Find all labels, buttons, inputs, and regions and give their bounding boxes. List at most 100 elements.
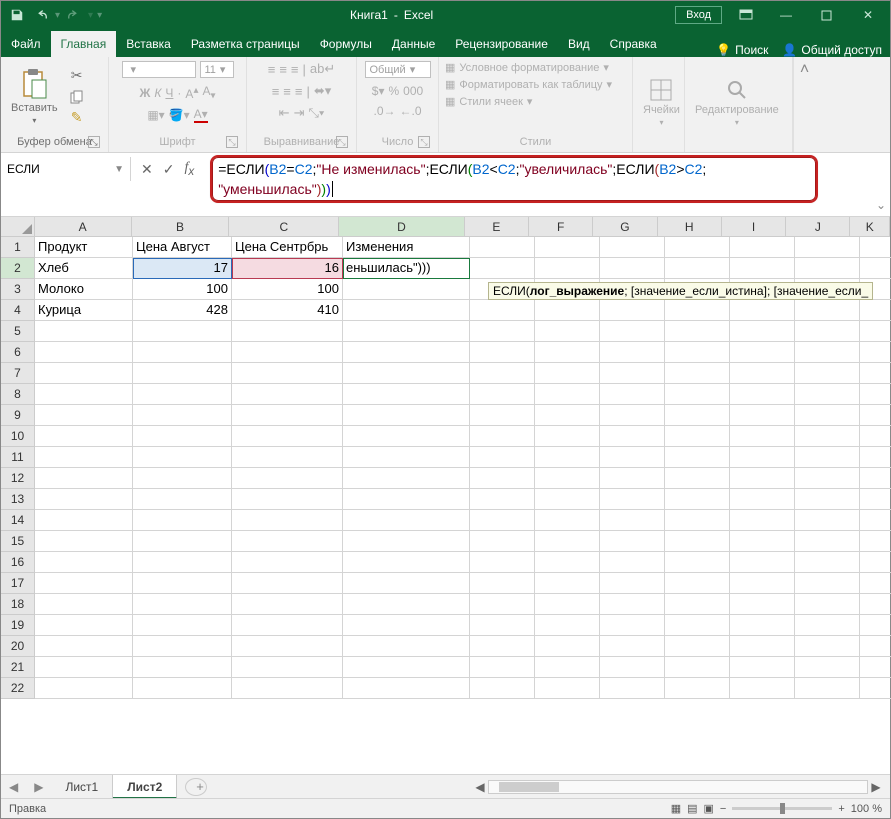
cell[interactable]	[665, 405, 730, 426]
cell[interactable]	[860, 657, 891, 678]
cell[interactable]	[730, 342, 795, 363]
font-name-dropdown[interactable]: ▾	[122, 61, 196, 78]
cell[interactable]	[343, 678, 470, 699]
cell[interactable]	[470, 594, 535, 615]
cell[interactable]	[730, 426, 795, 447]
borders-icon[interactable]: ▦▾	[147, 108, 164, 122]
cell[interactable]	[470, 258, 535, 279]
format-table-button[interactable]: ▦Форматировать как таблицу▾	[445, 78, 612, 91]
cell[interactable]	[535, 237, 600, 258]
cond-format-button[interactable]: ▦Условное форматирование▾	[445, 61, 609, 74]
cell[interactable]	[535, 531, 600, 552]
cell[interactable]	[133, 552, 232, 573]
cell[interactable]	[343, 636, 470, 657]
sheet-nav-prev-icon[interactable]: ◀	[1, 780, 26, 794]
currency-icon[interactable]: $▾	[372, 84, 385, 98]
sheet-tab-active[interactable]: Лист2	[113, 775, 177, 799]
tab-formulas[interactable]: Формулы	[310, 31, 382, 57]
cell[interactable]	[133, 594, 232, 615]
cell[interactable]	[133, 531, 232, 552]
cell[interactable]	[795, 300, 860, 321]
cell[interactable]	[600, 573, 665, 594]
row-header[interactable]: 21	[1, 657, 35, 678]
row-header[interactable]: 12	[1, 468, 35, 489]
cell-ref-b2[interactable]: 17	[133, 258, 232, 279]
cell[interactable]: Курица	[35, 300, 133, 321]
collapse-ribbon-icon[interactable]: ˄	[793, 57, 815, 152]
tab-review[interactable]: Рецензирование	[445, 31, 558, 57]
cell[interactable]	[535, 363, 600, 384]
cell[interactable]	[470, 342, 535, 363]
cell[interactable]	[860, 237, 891, 258]
cell[interactable]	[730, 636, 795, 657]
view-layout-icon[interactable]: ▤	[687, 802, 697, 815]
cell[interactable]	[600, 300, 665, 321]
align-center-icon[interactable]: ≡	[283, 84, 291, 99]
cell[interactable]	[133, 573, 232, 594]
cell[interactable]	[35, 342, 133, 363]
cell[interactable]	[860, 594, 891, 615]
cell[interactable]	[133, 468, 232, 489]
cell[interactable]	[343, 615, 470, 636]
cell[interactable]	[600, 342, 665, 363]
cell[interactable]	[795, 342, 860, 363]
font-size-dropdown[interactable]: 11▾	[200, 61, 234, 78]
cell[interactable]	[232, 531, 343, 552]
cell[interactable]	[665, 300, 730, 321]
cell[interactable]	[795, 405, 860, 426]
cell[interactable]	[232, 678, 343, 699]
col-header[interactable]: H	[658, 217, 722, 237]
cell[interactable]	[35, 636, 133, 657]
cell[interactable]	[470, 573, 535, 594]
fill-color-icon[interactable]: 🪣▾	[169, 108, 190, 122]
cell[interactable]	[470, 363, 535, 384]
row-header[interactable]: 5	[1, 321, 35, 342]
cell[interactable]	[35, 405, 133, 426]
cell[interactable]	[535, 573, 600, 594]
cell[interactable]: 428	[133, 300, 232, 321]
cell[interactable]	[730, 300, 795, 321]
row-header[interactable]: 9	[1, 405, 35, 426]
cell[interactable]	[665, 489, 730, 510]
cell[interactable]	[35, 363, 133, 384]
cell[interactable]	[795, 426, 860, 447]
view-pagebreak-icon[interactable]: ▣	[704, 802, 714, 815]
cell[interactable]	[232, 573, 343, 594]
cell[interactable]	[470, 531, 535, 552]
inc-decimal-icon[interactable]: .0→	[373, 104, 395, 118]
cell[interactable]	[795, 468, 860, 489]
cell[interactable]	[470, 300, 535, 321]
cell[interactable]	[232, 447, 343, 468]
cancel-formula-icon[interactable]: ✕	[141, 161, 153, 178]
cell[interactable]	[730, 531, 795, 552]
cell[interactable]	[470, 405, 535, 426]
cell[interactable]	[795, 636, 860, 657]
cell[interactable]	[232, 636, 343, 657]
select-all-corner[interactable]	[1, 217, 35, 237]
cell[interactable]	[133, 678, 232, 699]
launcher-icon[interactable]: ⤡	[418, 136, 430, 148]
cell[interactable]	[35, 489, 133, 510]
cell[interactable]	[535, 678, 600, 699]
search-button[interactable]: 💡Поиск	[716, 43, 768, 57]
formula-bar[interactable]: =ЕСЛИ(B2=C2;"Не изменилась";ЕСЛИ(B2<C2;"…	[218, 159, 810, 199]
cell[interactable]	[470, 489, 535, 510]
cell[interactable]	[795, 321, 860, 342]
cell[interactable]	[470, 468, 535, 489]
cell[interactable]	[860, 552, 891, 573]
name-box[interactable]: ЕСЛИ ▼	[1, 157, 131, 181]
cell[interactable]	[133, 636, 232, 657]
cell[interactable]	[343, 468, 470, 489]
col-header-a[interactable]: A	[35, 217, 132, 237]
col-header-b[interactable]: B	[132, 217, 230, 237]
cell[interactable]	[600, 594, 665, 615]
font-color-icon[interactable]: A▾	[194, 107, 208, 123]
cell[interactable]	[600, 636, 665, 657]
col-header[interactable]: I	[722, 217, 786, 237]
cell[interactable]	[795, 573, 860, 594]
cell[interactable]	[470, 657, 535, 678]
close-icon[interactable]: ✕	[846, 1, 890, 29]
save-icon[interactable]	[5, 3, 29, 27]
row-header[interactable]: 16	[1, 552, 35, 573]
cell[interactable]	[232, 342, 343, 363]
